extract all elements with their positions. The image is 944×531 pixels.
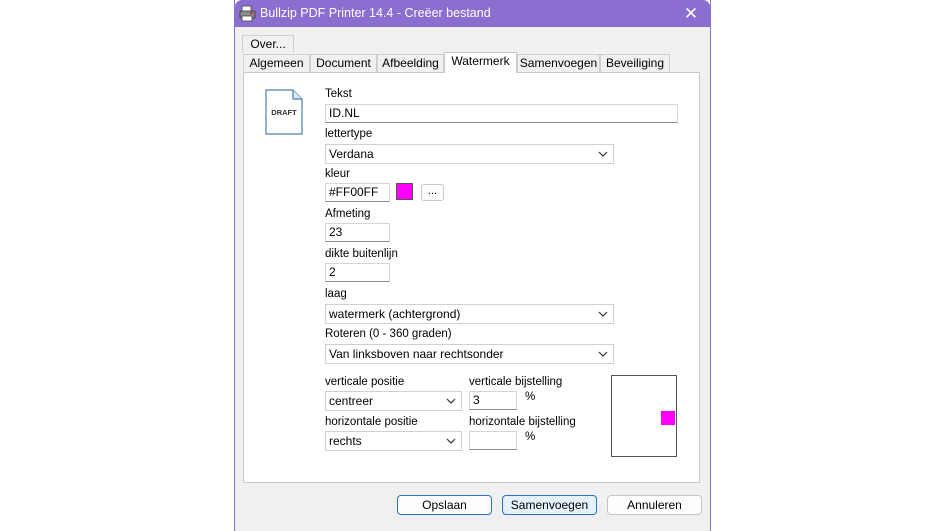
dialog-window: Bullzip PDF Printer 14.4 - Creëer bestan… <box>234 0 711 531</box>
watermark-text-input[interactable]: ID.NL <box>325 104 678 123</box>
window-title: Bullzip PDF Printer 14.4 - Creëer bestan… <box>260 6 491 20</box>
color-swatch[interactable] <box>396 183 413 200</box>
vertical-position-label: verticale positie <box>325 376 405 388</box>
chevron-down-icon <box>446 438 456 444</box>
draft-icon-text: DRAFT <box>271 108 297 117</box>
vertical-adjust-input[interactable]: 3 <box>469 391 517 410</box>
dialog-client-area: Over... Algemeen Document Afbeelding Wat… <box>235 27 710 531</box>
title-bar[interactable]: Bullzip PDF Printer 14.4 - Creëer bestan… <box>235 0 710 27</box>
vertical-adjust-label: verticale bijstelling <box>469 376 563 388</box>
horizontal-position-label: horizontale positie <box>325 416 418 428</box>
text-label: Tekst <box>325 88 352 100</box>
tab-beveiliging[interactable]: Beveiliging <box>600 54 670 72</box>
save-button[interactable]: Opslaan <box>397 495 492 515</box>
draft-document-icon: DRAFT <box>265 89 303 135</box>
layer-label: laag <box>325 288 347 300</box>
vertical-position-select[interactable]: centreer <box>325 391 462 411</box>
vertical-position-value: centreer <box>329 394 374 408</box>
tab-over[interactable]: Over... <box>242 35 294 53</box>
rotate-select-value: Van linksboven naar rechtsonder <box>329 347 504 361</box>
chevron-down-icon <box>598 311 608 317</box>
color-label: kleur <box>325 168 350 180</box>
horizontal-adjust-input[interactable] <box>469 431 517 450</box>
tab-algemeen[interactable]: Algemeen <box>243 54 310 72</box>
watermark-position-marker <box>661 411 675 425</box>
horizontal-adjust-label: horizontale bijstelling <box>469 416 576 428</box>
horizontal-position-value: rechts <box>329 434 362 448</box>
size-label: Afmeting <box>325 208 371 220</box>
rotate-label: Roteren (0 - 360 graden) <box>325 328 452 340</box>
horizontal-adjust-unit: % <box>525 431 536 443</box>
rotate-select[interactable]: Van linksboven naar rechtsonder <box>325 344 614 364</box>
outline-input[interactable]: 2 <box>325 263 390 282</box>
color-picker-button[interactable]: ... <box>421 184 444 201</box>
color-input[interactable]: #FF00FF <box>325 183 390 202</box>
merge-button[interactable]: Samenvoegen <box>502 495 597 515</box>
horizontal-position-select[interactable]: rechts <box>325 431 462 451</box>
tab-samenvoegen[interactable]: Samenvoegen <box>517 54 600 72</box>
layer-select-value: watermerk (achtergrond) <box>329 307 461 321</box>
tab-watermerk[interactable]: Watermerk <box>444 52 517 73</box>
font-select-value: Verdana <box>329 147 374 161</box>
size-input[interactable]: 23 <box>325 223 390 242</box>
chevron-down-icon <box>598 351 608 357</box>
tab-afbeelding[interactable]: Afbeelding <box>377 54 444 72</box>
font-select[interactable]: Verdana <box>325 144 614 164</box>
close-icon[interactable]: ✕ <box>676 2 706 25</box>
outline-label: dikte buitenlijn <box>325 248 398 260</box>
layer-select[interactable]: watermerk (achtergrond) <box>325 304 614 324</box>
printer-icon <box>239 5 256 22</box>
position-preview <box>611 375 677 457</box>
cancel-button[interactable]: Annuleren <box>607 495 702 515</box>
chevron-down-icon <box>598 151 608 157</box>
chevron-down-icon <box>446 398 456 404</box>
font-label: lettertype <box>325 128 373 140</box>
tab-document[interactable]: Document <box>310 54 377 72</box>
vertical-adjust-unit: % <box>525 391 536 403</box>
